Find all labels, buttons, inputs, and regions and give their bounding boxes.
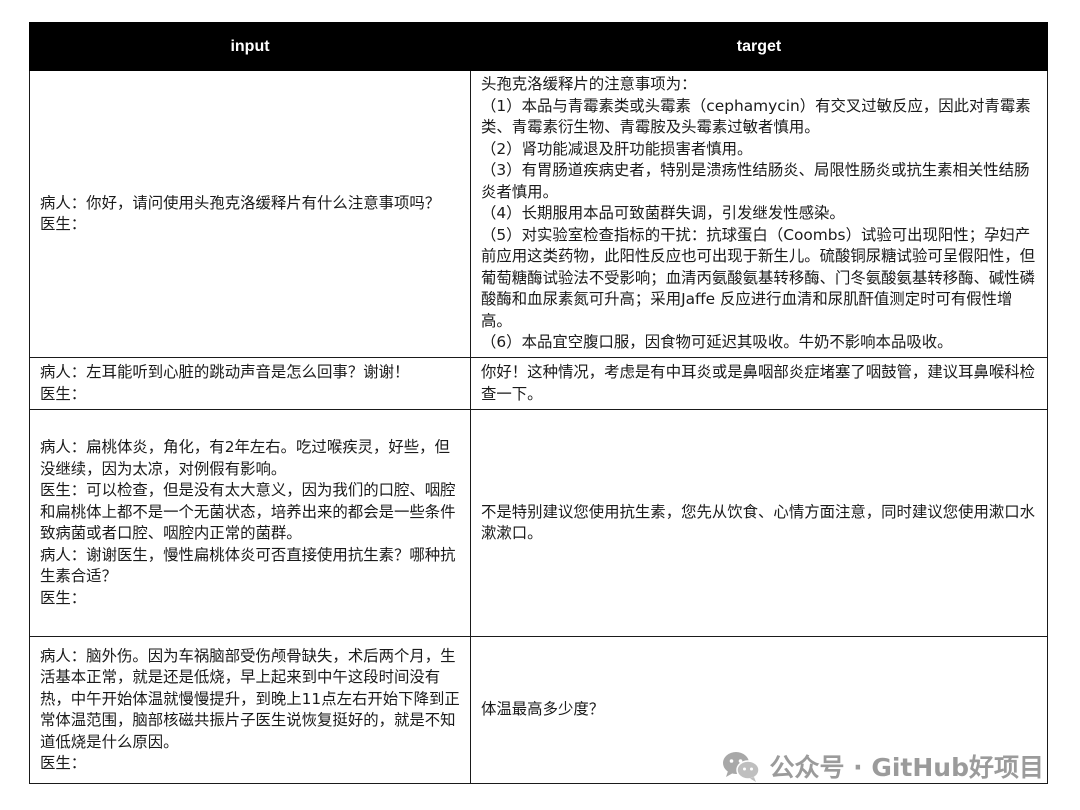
watermark: 公众号 · GitHub好项目: [721, 748, 1044, 784]
target-cell: 头孢克洛缓释片的注意事项为： （1）本品与青霉素类或头霉素（cephamycin…: [470, 70, 1048, 358]
target-cell: 不是特别建议您使用抗生素，您先从饮食、心情方面注意，同时建议您使用漱口水漱漱口。: [470, 409, 1048, 637]
watermark-text: 公众号 · GitHub好项目: [769, 753, 1044, 782]
wechat-icon: [721, 749, 761, 783]
header-input: input: [29, 22, 471, 71]
table-row: 病人：左耳能听到心脏的跳动声音是怎么回事？谢谢！ 医生： 你好！这种情况，考虑是…: [29, 357, 1048, 410]
input-cell: 病人：扁桃体炎，角化，有2年左右。吃过喉疾灵，好些，但没继续，因为太凉，对例假有…: [29, 409, 471, 637]
dialogue-table: input target 病人：你好，请问使用头孢克洛缓释片有什么注意事项吗？ …: [29, 22, 1048, 784]
target-cell: 你好！这种情况，考虑是有中耳炎或是鼻咽部炎症堵塞了咽鼓管，建议耳鼻喉科检查一下。: [470, 357, 1048, 410]
header-target: target: [470, 22, 1048, 71]
input-cell: 病人：左耳能听到心脏的跳动声音是怎么回事？谢谢！ 医生：: [29, 357, 471, 410]
input-cell: 病人：脑外伤。因为车祸脑部受伤颅骨缺失，术后两个月，生活基本正常，就是还是低烧，…: [29, 636, 471, 784]
table-row: 病人：你好，请问使用头孢克洛缓释片有什么注意事项吗？ 医生： 头孢克洛缓释片的注…: [29, 70, 1048, 358]
table-row: 病人：扁桃体炎，角化，有2年左右。吃过喉疾灵，好些，但没继续，因为太凉，对例假有…: [29, 409, 1048, 637]
table-header-row: input target: [29, 22, 1048, 71]
input-cell: 病人：你好，请问使用头孢克洛缓释片有什么注意事项吗？ 医生：: [29, 70, 471, 358]
